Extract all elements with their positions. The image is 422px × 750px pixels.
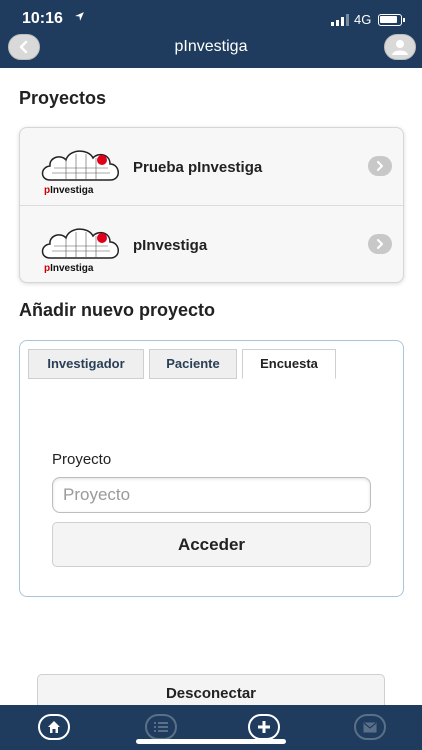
project-name: Prueba pInvestiga	[133, 159, 263, 176]
location-arrow-icon	[75, 12, 84, 21]
top-bar: 10:16 4G pInvestiga	[0, 0, 422, 68]
acceder-button[interactable]: Acceder	[52, 522, 371, 567]
home-button[interactable]	[38, 714, 70, 740]
pinvestiga-logo: pInvestiga	[41, 150, 119, 196]
pinvestiga-logo: pInvestiga	[41, 228, 119, 274]
mail-icon	[363, 722, 377, 732]
profile-button[interactable]	[384, 34, 416, 60]
tab-encuesta[interactable]: Encuesta	[242, 349, 336, 379]
chevron-right-icon[interactable]	[368, 156, 392, 176]
chevron-right-icon[interactable]	[368, 234, 392, 254]
plus-icon	[258, 721, 270, 733]
tab-paciente[interactable]: Paciente	[149, 349, 237, 379]
project-input[interactable]	[52, 477, 371, 513]
status-time: 10:16	[22, 10, 63, 27]
new-project-heading: Añadir nuevo proyecto	[19, 300, 216, 320]
mail-button[interactable]	[354, 714, 386, 740]
project-item[interactable]: pInvestiga pInvestiga	[20, 206, 403, 282]
project-field-label: Proyecto	[52, 451, 112, 468]
battery-icon	[378, 14, 405, 26]
project-list: pInvestiga Prueba pInvestiga pInvestiga …	[19, 127, 404, 283]
project-item[interactable]: pInvestiga Prueba pInvestiga	[20, 128, 403, 206]
list-icon	[154, 722, 168, 732]
svg-text:pInvestiga: pInvestiga	[44, 185, 94, 196]
projects-heading: Proyectos	[19, 88, 107, 108]
home-icon	[48, 721, 60, 733]
user-icon	[392, 40, 408, 55]
add-button[interactable]	[248, 714, 280, 740]
signal-icon	[331, 14, 349, 26]
project-name: pInvestiga	[133, 237, 208, 254]
home-indicator	[136, 739, 286, 744]
new-project-panel: Investigador Paciente Encuesta Proyecto …	[19, 340, 404, 597]
page-title: pInvestiga	[174, 38, 248, 55]
list-button[interactable]	[145, 714, 177, 740]
tab-investigador[interactable]: Investigador	[28, 349, 144, 379]
svg-text:pInvestiga: pInvestiga	[44, 263, 94, 274]
network-type: 4G	[354, 12, 372, 27]
status-bar: 10:16 4G	[0, 10, 422, 32]
